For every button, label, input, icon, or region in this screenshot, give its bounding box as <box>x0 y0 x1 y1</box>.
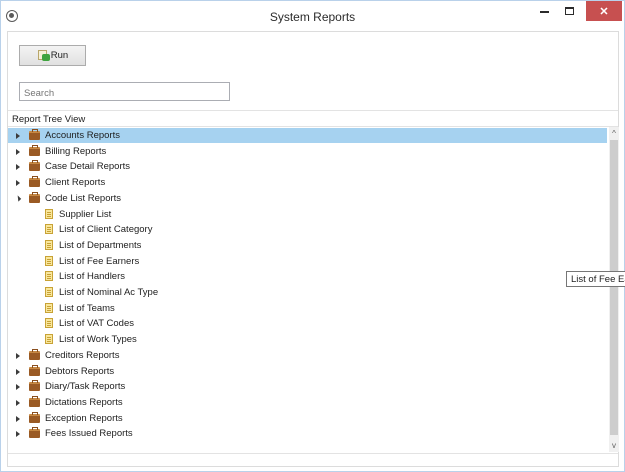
collapsed-arrow-icon[interactable] <box>14 179 22 187</box>
minimize-icon <box>539 11 549 13</box>
tree-item-label: List of VAT Codes <box>59 318 134 330</box>
report-document-icon <box>45 334 53 345</box>
tree-item-label: Accounts Reports <box>45 130 120 141</box>
tree-report-row[interactable]: List of Client Category <box>8 222 607 237</box>
scroll-down-button[interactable]: v <box>609 439 619 451</box>
tree-item-label: Creditors Reports <box>45 349 120 361</box>
collapsed-arrow-icon[interactable] <box>14 415 22 423</box>
tree-item-label: Debtors Reports <box>45 365 115 377</box>
collapsed-arrow-icon[interactable] <box>14 148 22 156</box>
tree-folder-row[interactable]: Code List Reports <box>8 191 607 206</box>
briefcase-folder-icon <box>29 144 40 156</box>
tree-report-row[interactable]: Supplier List <box>8 207 607 222</box>
report-document-icon <box>45 271 53 282</box>
reports-panel: Run Report Tree View Accounts Reports Bil… <box>7 31 619 467</box>
briefcase-folder-icon <box>29 380 40 392</box>
report-document-icon <box>45 287 53 297</box>
tree-folder-row[interactable]: Billing Reports <box>8 144 607 159</box>
tree-item-label: Supplier List <box>59 208 112 220</box>
tree-item-label: Case Detail Reports <box>45 161 131 173</box>
chevron-down-icon: v <box>612 440 616 450</box>
collapsed-arrow-icon[interactable] <box>14 383 22 391</box>
maximize-icon <box>564 7 574 15</box>
briefcase-folder-icon <box>29 364 40 376</box>
close-button[interactable]: ✕ <box>586 1 622 21</box>
collapsed-arrow-icon[interactable] <box>14 399 22 407</box>
briefcase-folder-icon <box>29 129 40 140</box>
tree-folder-row[interactable]: Accounts Reports <box>8 128 607 143</box>
briefcase-folder-icon <box>29 191 40 203</box>
tree-item-label: Code List Reports <box>45 192 122 204</box>
tree-item-label: Billing Reports <box>45 145 107 157</box>
tree-folder-row[interactable]: Creditors Reports <box>8 348 607 363</box>
collapsed-arrow-icon[interactable] <box>14 352 22 360</box>
tree-item-label: Diary/Task Reports <box>45 381 126 393</box>
tree-item-label: List of Departments <box>59 239 142 251</box>
search-input[interactable] <box>19 82 230 101</box>
tree-folder-row[interactable]: Diary/Task Reports <box>8 379 607 394</box>
briefcase-folder-icon <box>29 348 40 360</box>
maximize-button[interactable] <box>557 1 581 21</box>
tree-folder-row[interactable]: Case Detail Reports <box>8 159 607 174</box>
window-title: System Reports <box>269 10 356 24</box>
tree-report-row[interactable]: List of Nominal Ac Type <box>8 285 607 300</box>
report-tree-view[interactable]: Accounts Reports Billing Reports Case Deta… <box>8 127 607 452</box>
tooltip: List of Fee Ea <box>566 271 625 287</box>
report-document-icon <box>45 239 53 250</box>
collapsed-arrow-icon[interactable] <box>14 430 22 438</box>
tree-item-label: List of Fee Earners <box>59 255 140 267</box>
briefcase-folder-icon <box>29 160 40 172</box>
tree-item-label: Client Reports <box>45 177 106 189</box>
tree-report-row[interactable]: List of Fee Earners <box>8 254 607 269</box>
report-document-icon <box>45 302 53 313</box>
report-document-icon <box>45 224 53 235</box>
report-document-icon <box>45 318 53 329</box>
tree-report-row[interactable]: List of Work Types <box>8 332 607 347</box>
briefcase-folder-icon <box>29 176 40 188</box>
report-document-icon <box>45 208 53 219</box>
collapsed-arrow-icon[interactable] <box>14 163 22 171</box>
tree-report-row[interactable]: List of Teams <box>8 301 607 316</box>
chevron-up-icon: ^ <box>612 128 616 138</box>
briefcase-folder-icon <box>29 395 40 407</box>
collapsed-arrow-icon[interactable] <box>14 368 22 376</box>
close-icon: ✕ <box>599 5 609 18</box>
scroll-thumb[interactable] <box>610 140 618 435</box>
minimize-button[interactable] <box>532 1 556 21</box>
briefcase-folder-icon <box>29 411 40 423</box>
title-bar[interactable]: System Reports ✕ <box>1 1 624 31</box>
tree-item-label: Dictations Reports <box>45 396 123 408</box>
run-report-icon <box>37 50 50 61</box>
tree-view-header: Report Tree View <box>8 110 618 127</box>
tree-item-label: List of Teams <box>59 302 115 314</box>
tree-folder-row[interactable]: Client Reports <box>8 175 607 190</box>
status-bar <box>8 453 618 466</box>
scroll-up-button[interactable]: ^ <box>609 127 619 139</box>
tree-item-label: List of Client Category <box>59 224 153 236</box>
run-button[interactable]: Run <box>19 45 86 66</box>
run-button-label: Run <box>50 50 69 61</box>
expanded-arrow-icon[interactable] <box>14 195 22 203</box>
tree-item-label: Exception Reports <box>45 412 123 424</box>
tree-folder-row[interactable]: Debtors Reports <box>8 364 607 379</box>
tree-scrollbar[interactable]: ^ v <box>609 127 619 452</box>
briefcase-folder-icon <box>29 427 40 439</box>
tree-item-label: List of Handlers <box>59 271 126 283</box>
tree-item-label: List of Nominal Ac Type <box>59 287 159 298</box>
tree-item-label: List of Work Types <box>59 334 137 346</box>
collapsed-arrow-icon[interactable] <box>14 132 22 140</box>
tree-report-row[interactable]: List of Handlers <box>8 269 607 284</box>
tree-folder-row[interactable]: Fees Issued Reports <box>8 426 607 441</box>
report-document-icon <box>45 255 53 266</box>
tree-report-row[interactable]: List of VAT Codes <box>8 316 607 331</box>
tree-folder-row[interactable]: Exception Reports <box>8 411 607 426</box>
system-reports-window: System Reports ✕ Run Report Tree View Ac… <box>0 0 625 472</box>
tree-report-row[interactable]: List of Departments <box>8 238 607 253</box>
tree-item-label: Fees Issued Reports <box>45 428 133 440</box>
tree-folder-row[interactable]: Dictations Reports <box>8 395 607 410</box>
